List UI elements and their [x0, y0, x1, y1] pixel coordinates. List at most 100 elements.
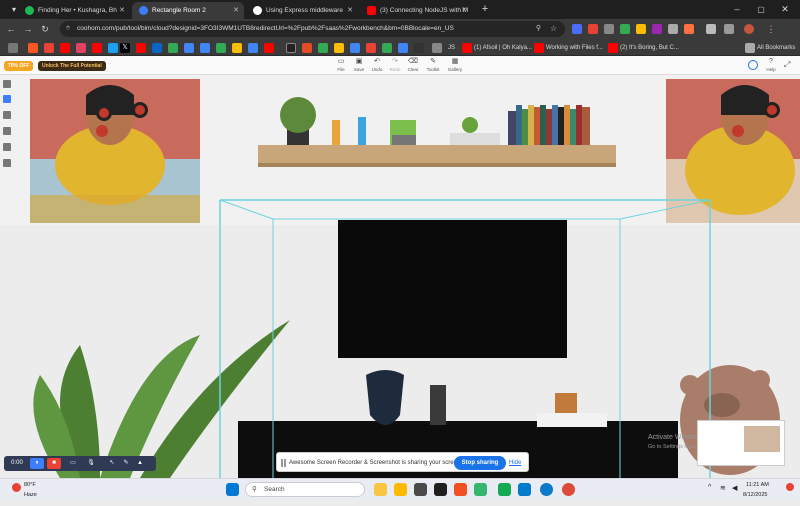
download-icon[interactable]: [724, 24, 734, 34]
cursor-icon[interactable]: ↖: [106, 458, 118, 469]
back-icon[interactable]: ←: [4, 22, 18, 36]
preview-thumbnail[interactable]: [697, 420, 785, 466]
new-tab-button[interactable]: +: [474, 0, 496, 19]
close-window-button[interactable]: ✕: [774, 0, 796, 19]
bookmark-icon[interactable]: [200, 43, 210, 53]
github-icon[interactable]: [286, 43, 296, 53]
extension-icon[interactable]: [604, 24, 614, 34]
bookmark-icon[interactable]: [318, 43, 328, 53]
app-icon[interactable]: [474, 483, 487, 496]
extension-icon[interactable]: [668, 24, 678, 34]
mic-icon[interactable]: 🎙: [84, 458, 98, 469]
tab-rectangle-room[interactable]: Rectangle Room 2 ✕: [132, 2, 244, 19]
folder-icon[interactable]: [394, 483, 407, 496]
site-info-icon[interactable]: ⌾: [66, 21, 70, 37]
bookmark-star-icon[interactable]: ☆: [550, 21, 557, 37]
3d-render-viewport[interactable]: Activate Windows Go to Settings to activ…: [0, 75, 800, 478]
chrome-icon[interactable]: [562, 483, 575, 496]
tab-spotify[interactable]: Finding Her • Kushagra, Bh ✕: [18, 2, 130, 19]
catalog-icon[interactable]: [3, 95, 11, 103]
bookmark-js[interactable]: JS: [448, 40, 455, 56]
youtube-icon[interactable]: [136, 43, 146, 53]
address-bar[interactable]: ⌾ coohom.com/pub/tool/bim/cloud?designid…: [60, 21, 565, 37]
linkedin-icon[interactable]: [152, 43, 162, 53]
highlighter-icon[interactable]: ▲: [134, 458, 146, 469]
menu-icon[interactable]: ⋮: [764, 22, 778, 36]
tray-chevron-icon[interactable]: ^: [708, 484, 711, 491]
bookmark-icon[interactable]: [432, 43, 442, 53]
tool-save[interactable]: ▣ Save: [350, 58, 368, 74]
reload-icon[interactable]: ↻: [38, 22, 52, 36]
extension-icon[interactable]: [588, 24, 598, 34]
forward-icon[interactable]: →: [21, 22, 35, 36]
avatar[interactable]: [744, 24, 754, 34]
bookmark-boring[interactable]: (2) It's Boring, But C...: [620, 40, 679, 56]
bookmark-icon[interactable]: [76, 43, 86, 53]
close-tab-icon[interactable]: ✕: [347, 2, 353, 19]
vscode-icon[interactable]: [518, 483, 531, 496]
apps-icon[interactable]: [8, 43, 18, 53]
bookmark-icon[interactable]: [334, 43, 344, 53]
stop-sharing-button[interactable]: Stop sharing: [454, 456, 506, 470]
promo-badge[interactable]: 70% OFF: [4, 61, 34, 71]
bookmark-icon[interactable]: [414, 43, 424, 53]
youtube-icon[interactable]: [92, 43, 102, 53]
bookmark-icon[interactable]: [108, 43, 118, 53]
bookmark-icon[interactable]: [382, 43, 392, 53]
file-explorer-icon[interactable]: [374, 483, 387, 496]
search-icon[interactable]: ⚲: [536, 21, 541, 37]
help-button[interactable]: ? Help: [762, 58, 780, 74]
extension-icon[interactable]: [684, 24, 694, 34]
terminal-icon[interactable]: [434, 483, 447, 496]
refresh-icon[interactable]: [748, 60, 758, 70]
close-tab-icon[interactable]: ✕: [119, 2, 125, 19]
bookmark-icon[interactable]: [350, 43, 360, 53]
bookmark-icon[interactable]: [168, 43, 178, 53]
app-icon[interactable]: [414, 483, 427, 496]
drag-handle-icon[interactable]: [281, 459, 286, 467]
expand-icon[interactable]: ⤢: [784, 60, 790, 70]
tab-search-icon[interactable]: ▾: [3, 0, 25, 19]
camera-icon[interactable]: [3, 127, 11, 135]
notification-icon[interactable]: [786, 483, 794, 491]
youtube-icon[interactable]: [60, 43, 70, 53]
clock-date[interactable]: 8/12/2025: [743, 484, 767, 506]
all-bookmarks[interactable]: All Bookmarks: [757, 40, 795, 56]
tool-clear[interactable]: ⌫ Clear: [404, 58, 422, 74]
hide-button[interactable]: Hide: [509, 453, 521, 473]
gmail-icon[interactable]: [44, 43, 54, 53]
youtube-icon[interactable]: [264, 43, 274, 53]
tool-undo[interactable]: ↶ Undo: [368, 58, 386, 74]
tab-express[interactable]: Using Express middleware ✕: [246, 2, 358, 19]
building-icon[interactable]: [3, 159, 11, 167]
bookmark-icon[interactable]: [232, 43, 242, 53]
bookmark-icon[interactable]: [28, 43, 38, 53]
tool-file[interactable]: ▭ File: [332, 58, 350, 74]
bookmark-working-files[interactable]: Working with Files f...: [546, 40, 603, 56]
x-icon[interactable]: 𝕏: [120, 43, 130, 53]
stop-record-button[interactable]: ■: [47, 458, 61, 469]
bookmark-afsoil[interactable]: (1) Afsoil | Oh Kalya...: [474, 40, 532, 56]
extension-icon[interactable]: [652, 24, 662, 34]
app-icon[interactable]: [498, 483, 511, 496]
paint-icon[interactable]: [3, 111, 11, 119]
layers-icon[interactable]: [3, 80, 11, 88]
volume-icon[interactable]: ◀: [732, 484, 737, 492]
bookmark-icon[interactable]: [366, 43, 376, 53]
chrome-icon[interactable]: [184, 43, 194, 53]
tool-gallery[interactable]: ▦ Gallery: [446, 58, 464, 74]
office-icon[interactable]: [454, 483, 467, 496]
tab-youtube[interactable]: (3) Connecting NodeJS with M ✕: [360, 2, 472, 19]
camera-toggle-icon[interactable]: ▭: [66, 458, 80, 469]
close-tab-icon[interactable]: ✕: [461, 2, 467, 19]
extension-icon[interactable]: [620, 24, 630, 34]
bookmark-icon[interactable]: [398, 43, 408, 53]
puzzle-icon[interactable]: [706, 24, 716, 34]
tool-redo[interactable]: ↷ Redo: [386, 58, 404, 74]
promo-banner[interactable]: Unlock The Full Potential: [38, 61, 106, 71]
edge-icon[interactable]: [540, 483, 553, 496]
grid-icon[interactable]: [3, 143, 11, 151]
maximize-button[interactable]: ▢: [750, 0, 772, 19]
close-tab-icon[interactable]: ✕: [233, 2, 239, 19]
bookmark-icon[interactable]: [248, 43, 258, 53]
